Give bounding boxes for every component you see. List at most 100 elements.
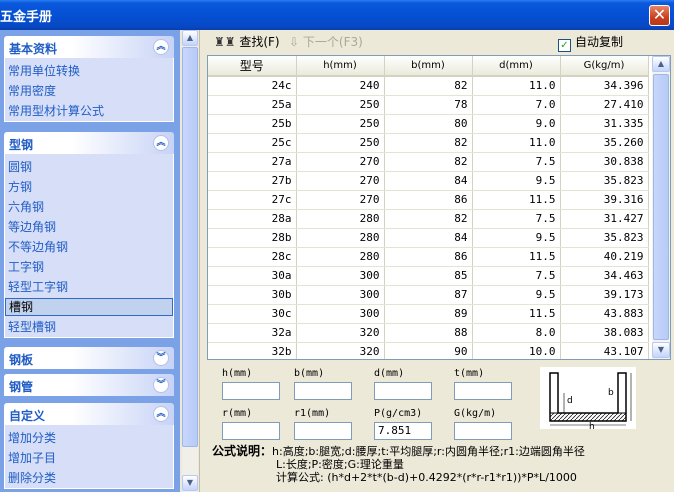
field-input[interactable]: [374, 382, 432, 400]
nav-item[interactable]: 常用型材计算公式: [5, 101, 173, 121]
auto-copy-checkbox[interactable]: ✓ 自动复制: [558, 33, 623, 52]
table-row[interactable]: 30a 300 85 7.5 34.463: [208, 266, 649, 286]
nav-item[interactable]: 等边角钢: [5, 217, 173, 237]
group-1: 型钢 ︽ 圆钢 方钢 六角钢 等边角钢 不等边角钢 工字钢 轻型工字钢 槽钢 轻型槽钢: [4, 132, 174, 338]
grid-scroll-down-icon[interactable]: ▼: [652, 342, 670, 358]
table-row[interactable]: 27c 270 86 11.5 39.316: [208, 190, 649, 210]
column-header[interactable]: 型号: [208, 56, 297, 77]
group-items: 增加分类 增加子目 删除分类: [4, 425, 174, 489]
checkmark-icon: ✓: [558, 39, 571, 52]
group-4: 自定义 ︽ 增加分类 增加子目 删除分类: [4, 403, 174, 489]
group-title: 钢管: [9, 380, 34, 394]
table-cell: 11.5: [472, 247, 561, 267]
collapse-chevron-icon[interactable]: ︽: [153, 39, 169, 55]
table-row[interactable]: 32b 320 90 10.0 43.107: [208, 342, 649, 359]
table-cell: 32a: [208, 323, 297, 343]
scroll-up-arrow-icon[interactable]: ▲: [182, 30, 198, 46]
nav-item[interactable]: 槽钢: [5, 298, 173, 316]
column-header[interactable]: h(mm): [296, 56, 385, 77]
table-cell: 24c: [208, 76, 297, 96]
nav-item[interactable]: 圆钢: [5, 157, 173, 177]
nav-item[interactable]: 增加子目: [5, 448, 173, 468]
grid-scroll-thumb[interactable]: [653, 74, 669, 340]
nav-item[interactable]: 六角钢: [5, 197, 173, 217]
splitter[interactable]: [199, 30, 205, 492]
table-cell: 34.463: [560, 266, 649, 286]
field-input[interactable]: 7.851: [374, 422, 432, 440]
table-cell: 250: [296, 133, 385, 153]
table-cell: 84: [384, 228, 473, 248]
table-cell: 35.823: [560, 171, 649, 191]
group-title: 型钢: [9, 138, 34, 152]
table-cell: 11.5: [472, 304, 561, 324]
field-input[interactable]: [294, 382, 352, 400]
find-label: 查找(F): [239, 35, 280, 49]
table-cell: 7.5: [472, 209, 561, 229]
table-cell: 280: [296, 209, 385, 229]
expand-chevron-icon[interactable]: ︾: [153, 350, 169, 366]
nav-item[interactable]: 常用密度: [5, 81, 173, 101]
group-header[interactable]: 型钢 ︽: [4, 132, 174, 154]
column-header[interactable]: G(kg/m): [560, 56, 649, 77]
table-row[interactable]: 25a 250 78 7.0 27.410: [208, 95, 649, 115]
table-row[interactable]: 27a 270 82 7.5 30.838: [208, 152, 649, 172]
table-cell: 39.316: [560, 190, 649, 210]
collapse-chevron-icon[interactable]: ︽: [153, 135, 169, 151]
nav-item[interactable]: 增加分类: [5, 428, 173, 448]
table-row[interactable]: 24c 240 82 11.0 34.396: [208, 76, 649, 96]
nav-item[interactable]: 常用单位转换: [5, 61, 173, 81]
table-row[interactable]: 28a 280 82 7.5 31.427: [208, 209, 649, 229]
table-row[interactable]: 30c 300 89 11.5 43.883: [208, 304, 649, 324]
field-input[interactable]: [222, 422, 280, 440]
find-button[interactable]: ♜♜ 查找(F): [214, 33, 280, 50]
group-title: 钢板: [9, 353, 34, 367]
field-input[interactable]: [222, 382, 280, 400]
group-header[interactable]: 钢板 ︾: [4, 347, 174, 369]
grid-scroll-up-icon[interactable]: ▲: [652, 56, 670, 72]
table-cell: 31.427: [560, 209, 649, 229]
table-row[interactable]: 27b 270 84 9.5 35.823: [208, 171, 649, 191]
table-row[interactable]: 28c 280 86 11.5 40.219: [208, 247, 649, 267]
group-header[interactable]: 钢管 ︾: [4, 374, 174, 396]
column-header[interactable]: b(mm): [384, 56, 473, 77]
nav-item[interactable]: 工字钢: [5, 257, 173, 277]
table-cell: 28a: [208, 209, 297, 229]
collapse-chevron-icon[interactable]: ︽: [153, 406, 169, 422]
field-input[interactable]: [454, 422, 512, 440]
nav-item[interactable]: 删除分类: [5, 468, 173, 488]
table-cell: 280: [296, 247, 385, 267]
table-cell: 9.5: [472, 285, 561, 305]
field-input[interactable]: [294, 422, 352, 440]
table-cell: 27c: [208, 190, 297, 210]
table-cell: 82: [384, 209, 473, 229]
group-header[interactable]: 基本资料 ︽: [4, 36, 174, 58]
table-cell: 82: [384, 76, 473, 96]
table-cell: 7.0: [472, 95, 561, 115]
table-cell: 28c: [208, 247, 297, 267]
find-next-button[interactable]: ⇩ 下一个(F3): [289, 33, 363, 50]
table-cell: 40.219: [560, 247, 649, 267]
table-row[interactable]: 28b 280 84 9.5 35.823: [208, 228, 649, 248]
table-cell: 7.5: [472, 266, 561, 286]
table-row[interactable]: 25c 250 82 11.0 35.260: [208, 133, 649, 153]
nav-item[interactable]: 方钢: [5, 177, 173, 197]
expand-chevron-icon[interactable]: ︾: [153, 377, 169, 393]
table-cell: 320: [296, 342, 385, 359]
table-cell: 90: [384, 342, 473, 359]
table-row[interactable]: 30b 300 87 9.5 39.173: [208, 285, 649, 305]
table-cell: 300: [296, 266, 385, 286]
table-row[interactable]: 25b 250 80 9.0 31.335: [208, 114, 649, 134]
find-next-label: 下一个(F3): [302, 35, 363, 49]
column-header[interactable]: d(mm): [472, 56, 561, 77]
close-button[interactable]: ✕: [649, 5, 670, 26]
left-scroll-thumb[interactable]: [182, 47, 198, 447]
table-row[interactable]: 32a 320 88 8.0 38.083: [208, 323, 649, 343]
group-header[interactable]: 自定义 ︽: [4, 403, 174, 425]
category-panel: 基本资料 ︽ 常用单位转换 常用密度 常用型材计算公式型钢 ︽ 圆钢 方钢 六角钢 等边角钢 不等边…: [0, 30, 180, 492]
field-input[interactable]: [454, 382, 512, 400]
nav-item[interactable]: 轻型槽钢: [5, 317, 173, 337]
nav-item[interactable]: 轻型工字钢: [5, 277, 173, 297]
nav-item[interactable]: 不等边角钢: [5, 237, 173, 257]
table-cell: 28b: [208, 228, 297, 248]
scroll-down-arrow-icon[interactable]: ▼: [182, 475, 198, 491]
